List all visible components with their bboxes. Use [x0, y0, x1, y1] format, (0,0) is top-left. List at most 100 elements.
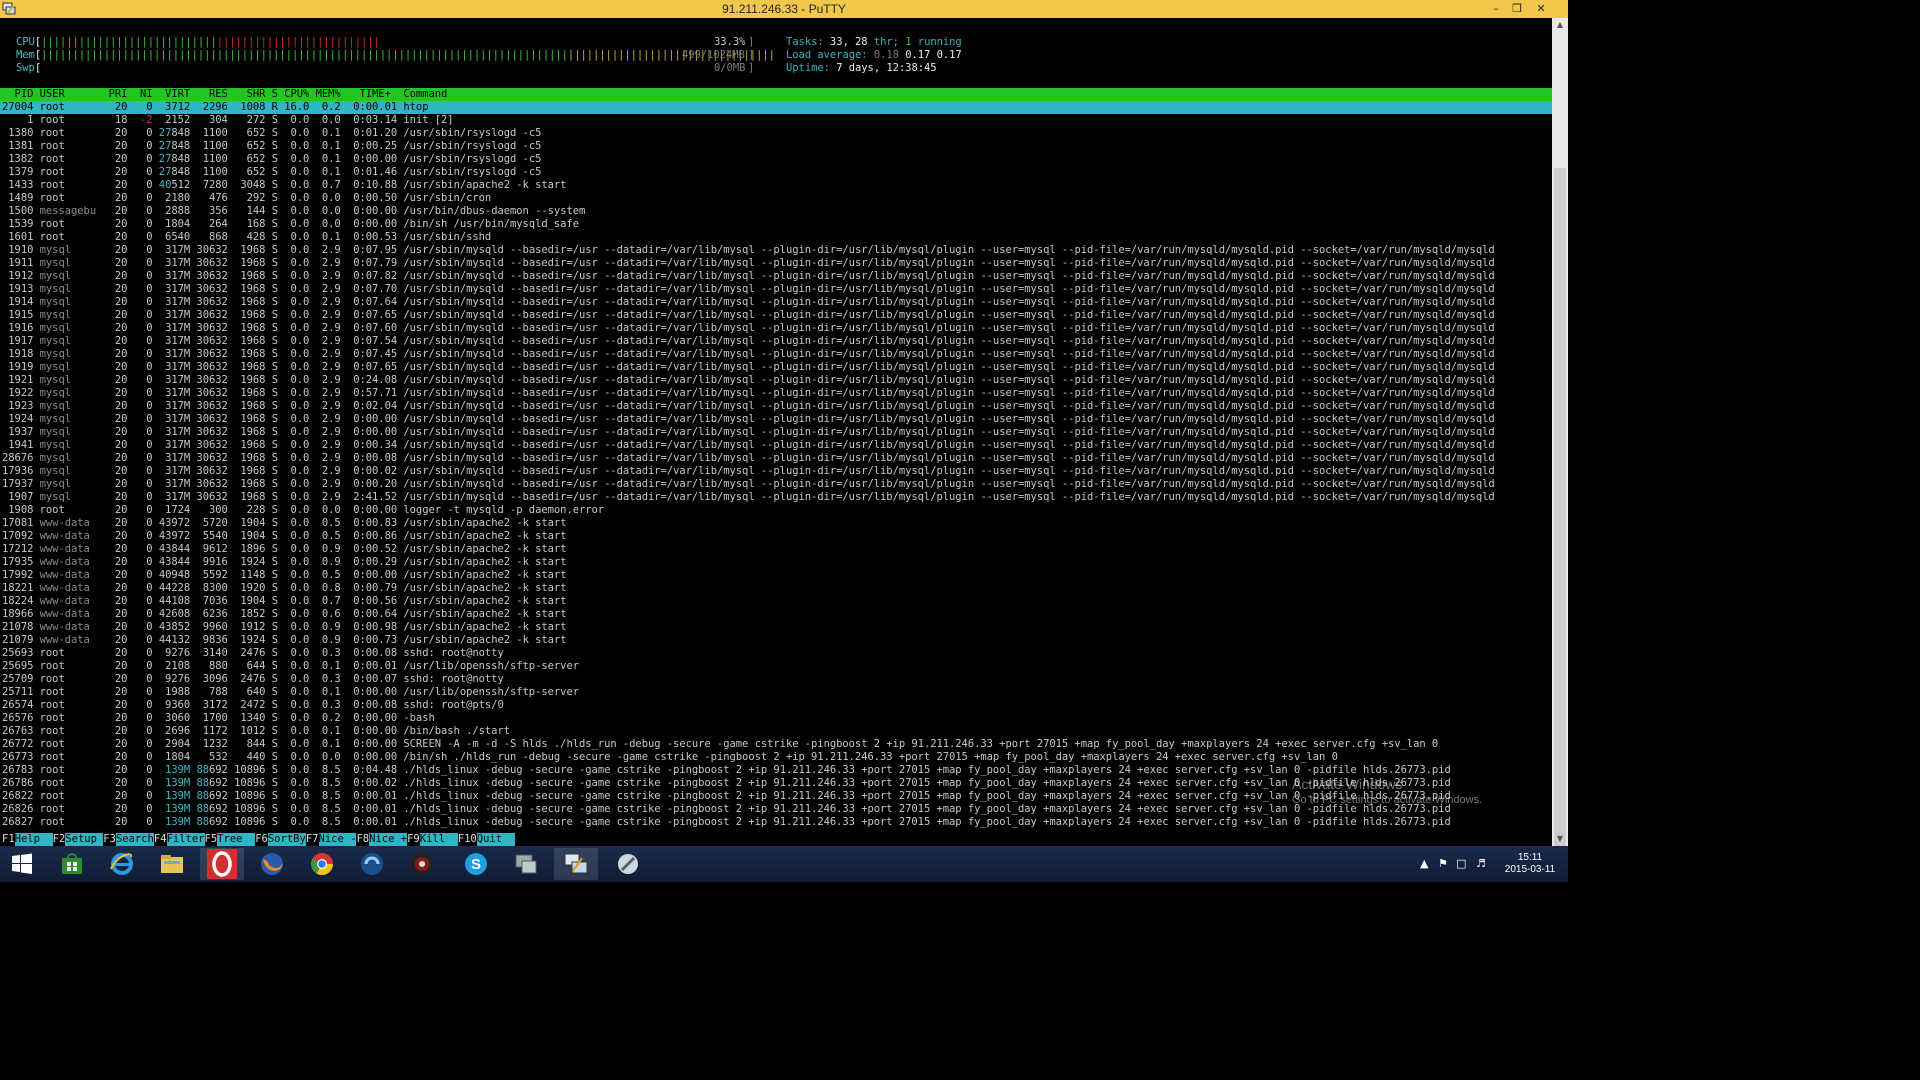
table-row[interactable]: 25695 root 20 0 2108 880 644 S 0.0 0.1 0…: [2, 660, 579, 673]
table-row[interactable]: 18224 www-data 20 0 44108 7036 1904 S 0.…: [2, 595, 567, 608]
table-row[interactable]: 1922 mysql 20 0 317M 30632 1968 S 0.0 2.…: [2, 387, 1494, 400]
fkey-label[interactable]: Search: [115, 833, 154, 846]
table-row[interactable]: 17092 www-data 20 0 43972 5540 1904 S 0.…: [2, 530, 567, 543]
fkey-label[interactable]: SortBy: [267, 833, 306, 846]
skype-icon[interactable]: S: [454, 848, 498, 880]
table-row[interactable]: 1941 mysql 20 0 317M 30632 1968 S 0.0 2.…: [2, 439, 1494, 452]
table-row[interactable]: 1382 root 20 0 27848 1100 652 S 0.0 0.1 …: [2, 153, 541, 166]
fkey-f7[interactable]: F7: [306, 833, 319, 846]
table-row[interactable]: 1914 mysql 20 0 317M 30632 1968 S 0.0 2.…: [2, 296, 1494, 309]
table-row[interactable]: 1911 mysql 20 0 317M 30632 1968 S 0.0 2.…: [2, 257, 1494, 270]
fkey-label[interactable]: Filter: [166, 833, 205, 846]
scroll-up-icon[interactable]: ▲: [1552, 18, 1568, 32]
table-row[interactable]: 1379 root 20 0 27848 1100 652 S 0.0 0.1 …: [2, 166, 541, 179]
table-row[interactable]: 26772 root 20 0 2904 1232 844 S 0.0 0.1 …: [2, 738, 1438, 751]
table-row[interactable]: 17935 www-data 20 0 43844 9916 1924 S 0.…: [2, 556, 567, 569]
fkey-label[interactable]: Quit: [476, 833, 515, 846]
fkey-f10[interactable]: F10: [458, 833, 477, 846]
fkey-label[interactable]: Setup: [65, 833, 104, 846]
table-row[interactable]: 26822 root 20 0 139M 88692 10896 S 0.0 8…: [2, 790, 1451, 803]
terminal-area[interactable]: CPU[||||||||||||||||||||||||||||||||||||…: [0, 18, 1552, 846]
table-row[interactable]: 1916 mysql 20 0 317M 30632 1968 S 0.0 2.…: [2, 322, 1494, 335]
table-row[interactable]: 17081 www-data 20 0 43972 5720 1904 S 0.…: [2, 517, 567, 530]
table-row[interactable]: 1924 mysql 20 0 317M 30632 1968 S 0.0 2.…: [2, 413, 1494, 426]
opera-icon[interactable]: [200, 848, 244, 880]
table-row[interactable]: 1381 root 20 0 27848 1100 652 S 0.0 0.1 …: [2, 140, 541, 153]
fkey-f6[interactable]: F6: [255, 833, 268, 846]
table-row[interactable]: 26786 root 20 0 139M 88692 10896 S 0.0 8…: [2, 777, 1451, 790]
table-row[interactable]: 28676 mysql 20 0 317M 30632 1968 S 0.0 2…: [2, 452, 1495, 465]
table-row[interactable]: 17937 mysql 20 0 317M 30632 1968 S 0.0 2…: [2, 478, 1495, 491]
table-row[interactable]: 17936 mysql 20 0 317M 30632 1968 S 0.0 2…: [2, 465, 1495, 478]
tray-up-arrow-icon[interactable]: ▲: [1420, 846, 1428, 882]
table-row[interactable]: 26773 root 20 0 1804 532 440 S 0.0 0.0 0…: [2, 751, 1338, 764]
clock[interactable]: 15:11 2015-03-11: [1500, 852, 1560, 876]
fkey-f2[interactable]: F2: [53, 833, 66, 846]
table-row[interactable]: 1907 mysql 20 0 317M 30632 1968 S 0.0 2.…: [2, 491, 1494, 504]
table-row[interactable]: 1500 messagebu 20 0 2888 356 144 S 0.0 0…: [2, 205, 585, 218]
restore-icon[interactable]: ❐: [1506, 0, 1528, 18]
table-row[interactable]: 1918 mysql 20 0 317M 30632 1968 S 0.0 2.…: [2, 348, 1494, 361]
close-icon[interactable]: ✕: [1530, 0, 1552, 18]
table-row[interactable]: 1 root 18 -2 2152 304 272 S 0.0 0.0 0:03…: [2, 114, 454, 127]
table-row[interactable]: 1380 root 20 0 27848 1100 652 S 0.0 0.1 …: [2, 127, 541, 140]
store-icon[interactable]: [50, 848, 94, 880]
table-row[interactable]: 17212 www-data 20 0 43844 9612 1896 S 0.…: [2, 543, 567, 556]
table-row[interactable]: 26574 root 20 0 9360 3172 2472 S 0.0 0.3…: [2, 699, 504, 712]
flag-icon[interactable]: ⚑: [1438, 846, 1448, 882]
table-row[interactable]: 26576 root 20 0 3060 1700 1340 S 0.0 0.2…: [2, 712, 435, 725]
table-row[interactable]: 1539 root 20 0 1804 264 168 S 0.0 0.0 0:…: [2, 218, 579, 231]
table-row[interactable]: 1601 root 20 0 6540 868 428 S 0.0 0.1 0:…: [2, 231, 491, 244]
table-row[interactable]: 1910 mysql 20 0 317M 30632 1968 S 0.0 2.…: [2, 244, 1494, 257]
table-row[interactable]: 1433 root 20 0 40512 7280 3048 S 0.0 0.7…: [2, 179, 566, 192]
table-row[interactable]: 1489 root 20 0 2180 476 292 S 0.0 0.0 0:…: [2, 192, 491, 205]
table-row[interactable]: 1908 root 20 0 1724 300 228 S 0.0 0.0 0:…: [2, 504, 604, 517]
volume-icon[interactable]: ♬: [1476, 846, 1486, 882]
table-row[interactable]: 1917 mysql 20 0 317M 30632 1968 S 0.0 2.…: [2, 335, 1494, 348]
network-icon[interactable]: □: [1456, 846, 1466, 882]
ie-icon[interactable]: [100, 848, 144, 880]
table-row[interactable]: 1921 mysql 20 0 317M 30632 1968 S 0.0 2.…: [2, 374, 1494, 387]
table-row[interactable]: 21079 www-data 20 0 44132 9836 1924 S 0.…: [2, 634, 567, 647]
tool-icon[interactable]: [606, 848, 650, 880]
table-row[interactable]: 1912 mysql 20 0 317M 30632 1968 S 0.0 2.…: [2, 270, 1494, 283]
file-explorer-icon[interactable]: [150, 848, 194, 880]
fkey-f5[interactable]: F5: [205, 833, 218, 846]
fkey-label[interactable]: Help: [14, 833, 53, 846]
scroll-down-icon[interactable]: ▼: [1552, 832, 1568, 846]
fkey-label[interactable]: Nice -: [318, 833, 357, 846]
minimize-icon[interactable]: –: [1485, 0, 1507, 18]
fkey-label[interactable]: Nice +: [369, 833, 408, 846]
scroll-thumb[interactable]: [1554, 168, 1566, 846]
start-icon[interactable]: [0, 848, 44, 880]
fkey-f3[interactable]: F3: [103, 833, 116, 846]
fkey-label[interactable]: Tree: [217, 833, 256, 846]
table-row[interactable]: 18966 www-data 20 0 42608 6236 1852 S 0.…: [2, 608, 567, 621]
selected-process-row[interactable]: 27004 root 20 0 3712 2296 1008 R 16.0 0.…: [0, 101, 1552, 114]
fkey-f9[interactable]: F9: [407, 833, 420, 846]
table-row[interactable]: 25711 root 20 0 1988 788 640 S 0.0 0.1 0…: [2, 686, 579, 699]
table-row[interactable]: 1923 mysql 20 0 317M 30632 1968 S 0.0 2.…: [2, 400, 1494, 413]
table-row[interactable]: 26783 root 20 0 139M 88692 10896 S 0.0 8…: [2, 764, 1451, 777]
process-table-header[interactable]: PID USER PRI NI VIRT RES SHR S CPU% MEM%…: [0, 88, 1552, 101]
cyberfox-icon[interactable]: [350, 848, 394, 880]
fkey-f8[interactable]: F8: [356, 833, 369, 846]
table-row[interactable]: 21078 www-data 20 0 43852 9960 1912 S 0.…: [2, 621, 567, 634]
fkey-label[interactable]: Kill: [419, 833, 458, 846]
table-row[interactable]: 1915 mysql 20 0 317M 30632 1968 S 0.0 2.…: [2, 309, 1494, 322]
table-row[interactable]: 25693 root 20 0 9276 3140 2476 S 0.0 0.3…: [2, 647, 504, 660]
fkey-f4[interactable]: F4: [154, 833, 167, 846]
putty-icon[interactable]: [554, 848, 598, 880]
table-row[interactable]: 1913 mysql 20 0 317M 30632 1968 S 0.0 2.…: [2, 283, 1494, 296]
table-row[interactable]: 18221 www-data 20 0 44228 8300 1920 S 0.…: [2, 582, 567, 595]
vertical-scrollbar[interactable]: ▲ ▼: [1552, 18, 1568, 846]
fkey-f1[interactable]: F1: [2, 833, 15, 846]
table-row[interactable]: 1919 mysql 20 0 317M 30632 1968 S 0.0 2.…: [2, 361, 1494, 374]
remote-icon[interactable]: [504, 848, 548, 880]
media-icon[interactable]: [400, 848, 444, 880]
table-row[interactable]: 17992 www-data 20 0 40948 5592 1148 S 0.…: [2, 569, 567, 582]
table-row[interactable]: 26827 root 20 0 139M 88692 10896 S 0.0 8…: [2, 816, 1451, 829]
firefox-icon[interactable]: [250, 848, 294, 880]
table-row[interactable]: 25709 root 20 0 9276 3096 2476 S 0.0 0.3…: [2, 673, 504, 686]
table-row[interactable]: 26763 root 20 0 2696 1172 1012 S 0.0 0.1…: [2, 725, 510, 738]
